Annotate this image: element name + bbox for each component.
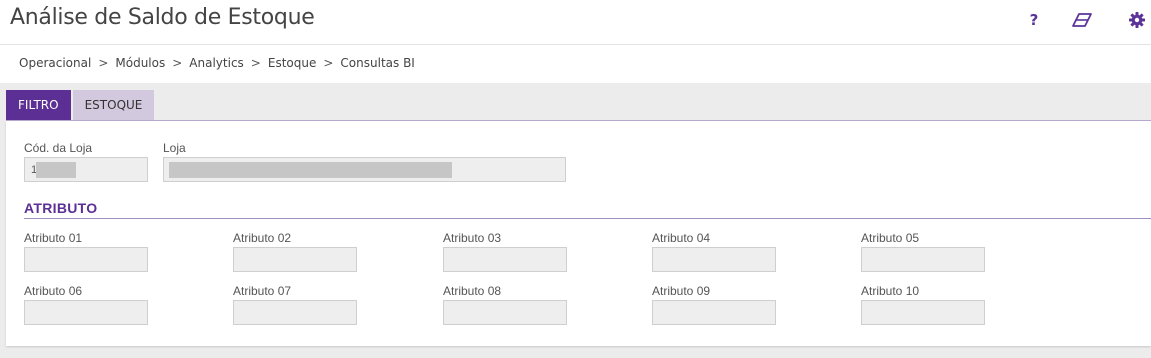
atributo-05-label: Atributo 05 — [861, 231, 920, 245]
page-title: Análise de Saldo de Estoque — [10, 5, 315, 30]
breadcrumb-operacional[interactable]: Operacional — [19, 56, 91, 70]
cod-loja-label: Cód. da Loja — [24, 141, 93, 155]
atributo-10-input[interactable] — [861, 300, 985, 325]
filter-panel: Cód. da Loja 11 Loja ATRIBUTO Atributo 0… — [6, 121, 1151, 346]
section-title-atributo: ATRIBUTO — [24, 200, 98, 216]
atributo-07-input[interactable] — [233, 300, 357, 325]
atributo-03-input[interactable] — [443, 247, 567, 272]
gear-icon[interactable] — [1126, 9, 1148, 31]
atributo-06-label: Atributo 06 — [24, 284, 83, 298]
atributo-01-input[interactable] — [24, 247, 148, 272]
breadcrumb: Operacional > Módulos > Analytics > Esto… — [19, 56, 415, 70]
breadcrumb-separator: > — [250, 56, 261, 70]
section-divider — [24, 218, 1151, 219]
breadcrumb-separator: > — [323, 56, 334, 70]
tab-bar: FILTRO ESTOQUE — [6, 90, 156, 120]
atributo-10-label: Atributo 10 — [861, 284, 920, 298]
atributo-08-input[interactable] — [443, 300, 567, 325]
atributo-01-label: Atributo 01 — [24, 231, 83, 245]
breadcrumb-separator: > — [172, 56, 183, 70]
loja-label: Loja — [163, 141, 186, 155]
breadcrumb-modulos[interactable]: Módulos — [115, 56, 165, 70]
redacted-block — [169, 162, 452, 178]
atributo-09-label: Atributo 09 — [652, 284, 711, 298]
breadcrumb-bar: Operacional > Módulos > Analytics > Esto… — [0, 45, 1151, 83]
atributo-07-label: Atributo 07 — [233, 284, 292, 298]
breadcrumb-separator: > — [98, 56, 109, 70]
atributo-02-input[interactable] — [233, 247, 357, 272]
atributo-02-label: Atributo 02 — [233, 231, 292, 245]
app-header: Análise de Saldo de Estoque ? — [0, 0, 1151, 45]
breadcrumb-analytics[interactable]: Analytics — [189, 56, 244, 70]
breadcrumb-consultas-bi[interactable]: Consultas BI — [340, 56, 414, 70]
tab-filtro[interactable]: FILTRO — [6, 90, 71, 120]
atributo-04-label: Atributo 04 — [652, 231, 711, 245]
eraser-icon[interactable] — [1071, 9, 1093, 31]
help-icon[interactable]: ? — [1023, 9, 1045, 31]
atributo-05-input[interactable] — [861, 247, 985, 272]
breadcrumb-estoque[interactable]: Estoque — [268, 56, 317, 70]
redacted-block — [36, 162, 76, 178]
atributo-04-input[interactable] — [652, 247, 776, 272]
tab-estoque[interactable]: ESTOQUE — [72, 90, 155, 120]
atributo-03-label: Atributo 03 — [443, 231, 502, 245]
atributo-09-input[interactable] — [652, 300, 776, 325]
atributo-06-input[interactable] — [24, 300, 148, 325]
atributo-08-label: Atributo 08 — [443, 284, 502, 298]
